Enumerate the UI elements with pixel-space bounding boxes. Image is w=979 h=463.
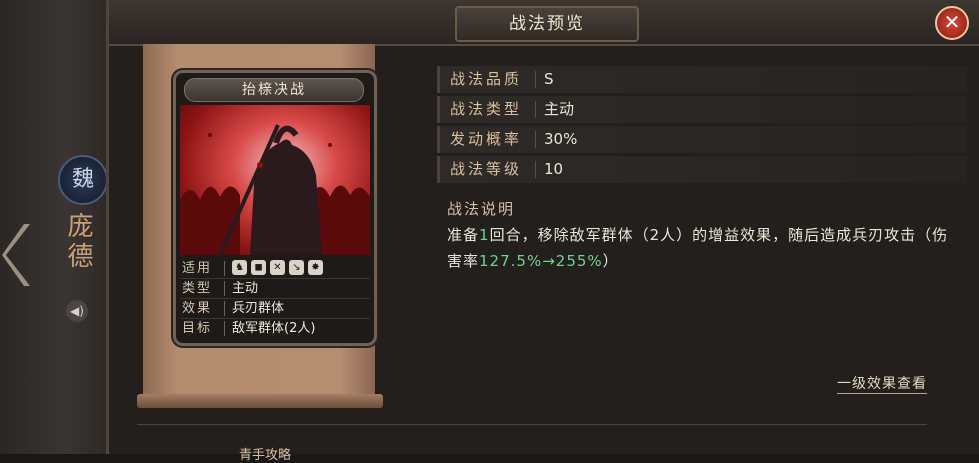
scroll-rod: [137, 394, 383, 408]
prop-value: 主动: [544, 100, 575, 118]
description-title: 战法说明: [447, 200, 516, 218]
chariot-icon: ✸: [308, 260, 323, 275]
prop-value: 10: [544, 160, 564, 178]
card-title: 抬榇决战: [184, 78, 364, 102]
prop-level: 战法等级 10: [437, 156, 967, 183]
card-artwork: [180, 105, 370, 255]
level-one-effect-link[interactable]: 一级效果查看: [837, 373, 927, 394]
card-row-key: 目标: [182, 321, 213, 336]
card-row-effect: 效果 兵刃群体: [180, 299, 370, 319]
bow-icon: ✕: [270, 260, 285, 275]
desc-segment: ）: [602, 252, 619, 270]
tactic-properties: 战法品质 S 战法类型 主动 发动概率 30% 战法等级 10: [437, 66, 967, 186]
card-row-type: 类型 主动: [180, 279, 370, 299]
tactic-card: 抬榇决战 适用 ♞ ◼ ✕ ↘ ✸ 类型 主动 效果 兵刃群体 目标 敌军群体(…: [173, 70, 377, 346]
prop-quality: 战法品质 S: [437, 66, 967, 93]
card-row-troops: 适用 ♞ ◼ ✕ ↘ ✸: [180, 259, 370, 279]
prop-value: S: [544, 70, 554, 88]
description-text: 准备1回合，移除敌军群体（2人）的增益效果，随后造成兵刃攻击（伤害率127.5%…: [447, 222, 962, 274]
prop-value: 30%: [544, 130, 578, 148]
panel-header: 战法预览 ✕: [109, 0, 979, 46]
close-icon[interactable]: ✕: [935, 6, 969, 40]
prop-key: 发动概率: [450, 130, 523, 148]
general-name: 庞德: [63, 212, 93, 272]
card-row-key: 类型: [182, 281, 213, 296]
prop-key: 战法类型: [450, 100, 523, 118]
troop-icons: ♞ ◼ ✕ ↘ ✸: [232, 260, 323, 275]
card-row-value: 敌军群体(2人): [232, 321, 316, 336]
desc-segment: 准备: [447, 226, 480, 244]
panel-title: 战法预览: [455, 6, 639, 42]
spear-icon: ↘: [289, 260, 304, 275]
card-row-key: 适用: [182, 261, 213, 276]
desc-highlight: 1: [479, 226, 490, 244]
cavalry-icon: ♞: [232, 260, 247, 275]
faction-badge: 魏: [58, 155, 108, 205]
card-row-target: 目标 敌军群体(2人): [180, 319, 370, 338]
desc-highlight: 127.5%→255%: [479, 252, 603, 270]
card-row-key: 效果: [182, 301, 213, 316]
card-info: 适用 ♞ ◼ ✕ ↘ ✸ 类型 主动 效果 兵刃群体 目标 敌军群体(2人): [180, 259, 370, 337]
prop-key: 战法等级: [450, 160, 523, 178]
prop-key: 战法品质: [450, 70, 523, 88]
back-arrow-icon[interactable]: [0, 220, 34, 290]
prop-type: 战法类型 主动: [437, 96, 967, 123]
tactic-preview-panel: 战法预览 ✕ 抬榇决战 适用 ♞ ◼ ✕ ↘ ✸ 类型 主动 效果 兵刃群体 目…: [106, 0, 979, 463]
divider: [137, 424, 927, 425]
sound-icon[interactable]: ◀): [66, 300, 88, 322]
prop-trigger-rate: 发动概率 30%: [437, 126, 967, 153]
card-row-value: 主动: [232, 281, 259, 296]
card-row-value: 兵刃群体: [232, 301, 285, 316]
shield-icon: ◼: [251, 260, 266, 275]
